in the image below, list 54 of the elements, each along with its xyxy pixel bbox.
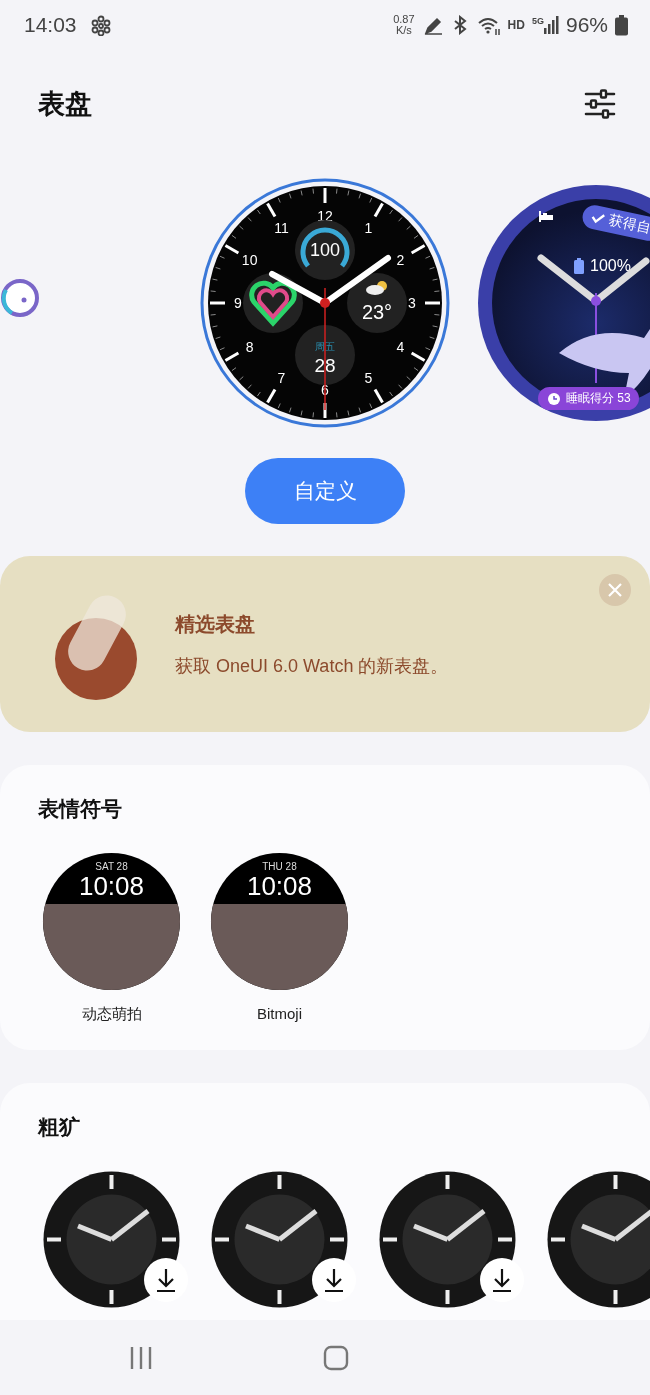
watch-numeral: 2 bbox=[396, 251, 405, 267]
network-type-label: 5G bbox=[531, 16, 544, 26]
weather-cloud-icon bbox=[366, 280, 387, 295]
watch-numeral: 3 bbox=[408, 294, 416, 311]
watch-numeral: 7 bbox=[277, 369, 286, 386]
section-title: 表情符号 bbox=[38, 796, 123, 822]
close-icon bbox=[607, 582, 623, 598]
watch-face-preview[interactable]: SAT 28 10:08 bbox=[43, 853, 180, 990]
watch-time: 10:08 bbox=[78, 872, 145, 900]
watch-face-preview[interactable]: 获得自 100% 睡眠得分 53 bbox=[478, 184, 650, 421]
heart-rings-icon bbox=[249, 280, 297, 325]
network-nodes-icon bbox=[90, 14, 111, 36]
battery-icon bbox=[615, 14, 628, 36]
banner-subtitle: 获取 OneUI 6.0 Watch 的新表盘。 bbox=[175, 654, 449, 678]
watch-numeral: 5 bbox=[364, 369, 373, 386]
clock-time: 14:03 bbox=[24, 13, 77, 37]
signal-icon bbox=[543, 16, 559, 34]
alarm-clock-icon bbox=[546, 390, 562, 406]
page-title: 表盘 bbox=[38, 88, 92, 121]
weather-temperature: 23° bbox=[361, 300, 393, 323]
filter-button[interactable] bbox=[584, 89, 616, 119]
watch-numeral: 12 bbox=[317, 207, 333, 224]
watch-face-preview[interactable] bbox=[211, 1171, 348, 1308]
goal-label: 获得自 bbox=[607, 211, 650, 238]
sliders-icon bbox=[584, 89, 616, 119]
recent-apps-icon[interactable] bbox=[129, 1344, 153, 1371]
watch-date: SAT 28 bbox=[95, 861, 128, 872]
watch-face-preview[interactable]: THU 28 10:08 bbox=[211, 853, 348, 990]
battery-reading: 100 bbox=[310, 239, 340, 260]
battery-icon bbox=[574, 257, 584, 274]
watch-face-name: Bitmoji bbox=[257, 1005, 302, 1022]
hd-label: HD bbox=[507, 18, 525, 32]
watch-numeral: 8 bbox=[245, 338, 254, 354]
network-speed-value: 0.87 bbox=[393, 14, 415, 25]
section-title: 粗犷 bbox=[38, 1114, 81, 1140]
battery-percent: 96% bbox=[565, 13, 608, 37]
watch-numeral: 10 bbox=[241, 251, 258, 267]
watch-numeral: 11 bbox=[274, 219, 289, 236]
watch-numeral: 1 bbox=[364, 219, 373, 236]
home-icon[interactable] bbox=[323, 1344, 349, 1371]
watch-date: THU 28 bbox=[262, 861, 297, 872]
watch-time: 10:08 bbox=[246, 872, 313, 900]
watch-numeral: 4 bbox=[396, 338, 405, 354]
watch-numeral: 9 bbox=[234, 294, 242, 311]
edge-face-icon[interactable] bbox=[0, 277, 42, 320]
network-speed-unit: K/s bbox=[395, 25, 412, 36]
watch-face-preview[interactable] bbox=[379, 1171, 516, 1308]
banner-title: 精选表盘 bbox=[175, 611, 256, 637]
watch-face-preview[interactable] bbox=[43, 1171, 180, 1308]
sleep-score: 睡眠得分 53 bbox=[566, 389, 631, 407]
watch-face-preview[interactable] bbox=[547, 1171, 650, 1308]
watch-face-name: 动态萌拍 bbox=[81, 1005, 142, 1024]
customize-button[interactable]: 自定义 bbox=[245, 458, 405, 524]
battery-reading: 100% bbox=[590, 256, 631, 275]
